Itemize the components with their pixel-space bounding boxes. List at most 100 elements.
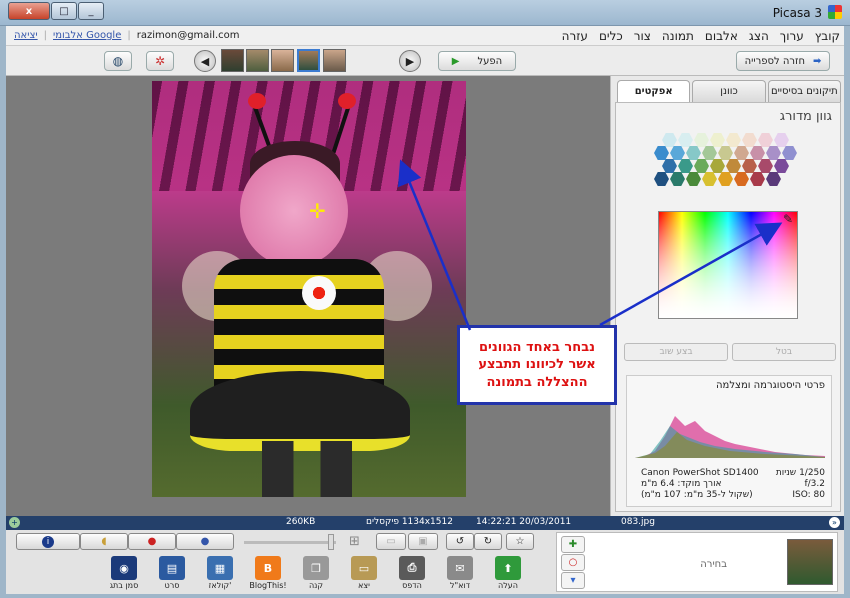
people-button[interactable]: ● [176, 533, 234, 550]
color-swatch[interactable] [670, 172, 685, 186]
cancel-button[interactable]: בטל [732, 343, 836, 361]
action-upload[interactable]: ⬆ העלה [486, 556, 530, 594]
thumbnail-current[interactable] [297, 49, 320, 72]
color-swatch[interactable] [742, 159, 757, 173]
albums-link[interactable]: אלבומי Google [53, 30, 121, 41]
color-swatch[interactable] [734, 146, 749, 160]
menu-album[interactable]: אלבום [705, 29, 738, 43]
color-swatch[interactable] [710, 133, 725, 147]
next-photo-button[interactable]: ▶ [399, 50, 421, 72]
tag-button[interactable]: ◖ [80, 533, 128, 550]
edit-panel: תיקונים בסיסיים כוונן אפקטים גוון מדורג … [610, 76, 844, 516]
zoom-slider-thumb[interactable] [328, 534, 334, 550]
selected-thumbnail[interactable] [787, 539, 833, 585]
back-to-library-button[interactable]: חזרה לספרייה ➡ [736, 51, 830, 71]
color-swatch[interactable] [774, 133, 789, 147]
action-shop[interactable]: ❐ קנה [294, 556, 338, 594]
menu-create[interactable]: צור [634, 29, 651, 43]
color-swatches[interactable] [654, 133, 804, 193]
action-geotag[interactable]: ◉ סמן בתג [102, 556, 146, 594]
tab-tuning[interactable]: כוונן [692, 80, 766, 102]
minimize-button[interactable]: _ [78, 2, 104, 20]
clear-selection-button[interactable]: ○ [561, 554, 585, 571]
tab-effects[interactable]: אפקטים [617, 80, 691, 102]
geotag-button[interactable]: ● [128, 533, 176, 550]
restore-button[interactable]: □ [51, 2, 77, 20]
color-picker[interactable]: ✎ [658, 211, 798, 319]
close-button[interactable]: x [8, 2, 50, 20]
action-export[interactable]: ▭ יצא [342, 556, 386, 594]
menu-tools[interactable]: כלים [599, 29, 623, 43]
action-email[interactable]: ✉ דוא"ל [438, 556, 482, 594]
menu-picture[interactable]: תמונה [662, 29, 694, 43]
color-swatch[interactable] [774, 159, 789, 173]
color-swatch[interactable] [734, 172, 749, 186]
action-blogger[interactable]: B BlogThis! [246, 556, 290, 594]
prev-photo-button[interactable]: ◀ [194, 50, 216, 72]
color-swatch[interactable] [694, 159, 709, 173]
color-swatch[interactable] [702, 172, 717, 186]
photo-image[interactable]: ✛ [152, 81, 466, 497]
compare-icon[interactable]: ⊞ [349, 534, 360, 549]
color-swatch[interactable] [718, 146, 733, 160]
tab-basic-fixes[interactable]: תיקונים בסיסיים [767, 80, 841, 102]
signout-link[interactable]: יציאה [14, 30, 38, 41]
color-swatch[interactable] [686, 146, 701, 160]
zoom-slider[interactable] [244, 541, 336, 544]
color-swatch[interactable] [702, 146, 717, 160]
color-swatch[interactable] [654, 146, 669, 160]
add-to-album-button[interactable]: ▾ [561, 572, 585, 589]
geotag-icon: ◉ [111, 556, 137, 580]
photo-legs [262, 441, 352, 497]
expand-icon[interactable]: + [9, 517, 20, 528]
rotate-left-button[interactable]: ↺ [446, 533, 474, 550]
action-label: הדפס [402, 581, 422, 590]
eyedropper-icon: ✎ [782, 212, 793, 226]
color-swatch[interactable] [766, 146, 781, 160]
thumbnail-5[interactable] [323, 49, 346, 72]
color-swatch[interactable] [726, 133, 741, 147]
globe-button[interactable]: ◍ [104, 51, 132, 71]
color-swatch[interactable] [678, 159, 693, 173]
color-swatch[interactable] [718, 172, 733, 186]
color-swatch[interactable] [662, 159, 677, 173]
menu-file[interactable]: קובץ [815, 29, 840, 43]
color-swatch[interactable] [742, 133, 757, 147]
apply-again-button[interactable]: בצע שוב [624, 343, 728, 361]
action-print[interactable]: ⎙ הדפס [390, 556, 434, 594]
thumbnail-1[interactable] [221, 49, 244, 72]
color-swatch[interactable] [750, 172, 765, 186]
rotate-right-button[interactable]: ↻ [474, 533, 502, 550]
next-icon[interactable]: » [829, 517, 840, 528]
color-swatch[interactable] [678, 133, 693, 147]
fit-button[interactable]: ▭ [376, 533, 406, 550]
color-swatch[interactable] [782, 146, 797, 160]
color-swatch[interactable] [750, 146, 765, 160]
color-swatch[interactable] [726, 159, 741, 173]
hold-button[interactable]: ✚ [561, 536, 585, 553]
color-swatch[interactable] [758, 159, 773, 173]
color-swatch[interactable] [654, 172, 669, 186]
color-swatch[interactable] [758, 133, 773, 147]
thumbnail-3[interactable] [271, 49, 294, 72]
menu-help[interactable]: עזרה [562, 29, 588, 43]
star-button[interactable]: ☆ [506, 533, 534, 550]
color-swatch[interactable] [766, 172, 781, 186]
fullsize-button[interactable]: ▣ [408, 533, 438, 550]
share-button[interactable]: ✲ [146, 51, 174, 71]
color-swatch[interactable] [686, 172, 701, 186]
color-swatch[interactable] [710, 159, 725, 173]
action-collage[interactable]: ▦ קולאז' [198, 556, 242, 594]
thumbnail-2[interactable] [246, 49, 269, 72]
color-swatch[interactable] [694, 133, 709, 147]
account-area: יציאה | אלבומי Google | razimon@gmail.co… [14, 30, 246, 41]
upload-icon: ⬆ [495, 556, 521, 580]
color-swatch[interactable] [670, 146, 685, 160]
color-swatch[interactable] [662, 133, 677, 147]
info-button[interactable]: i [16, 533, 80, 550]
menu-view[interactable]: הצג [749, 29, 769, 43]
action-movie[interactable]: ▤ סרט [150, 556, 194, 594]
play-slideshow-button[interactable]: ▶ הפעל [438, 51, 516, 71]
menu-edit[interactable]: ערוך [780, 29, 804, 43]
photo-face [240, 155, 348, 267]
